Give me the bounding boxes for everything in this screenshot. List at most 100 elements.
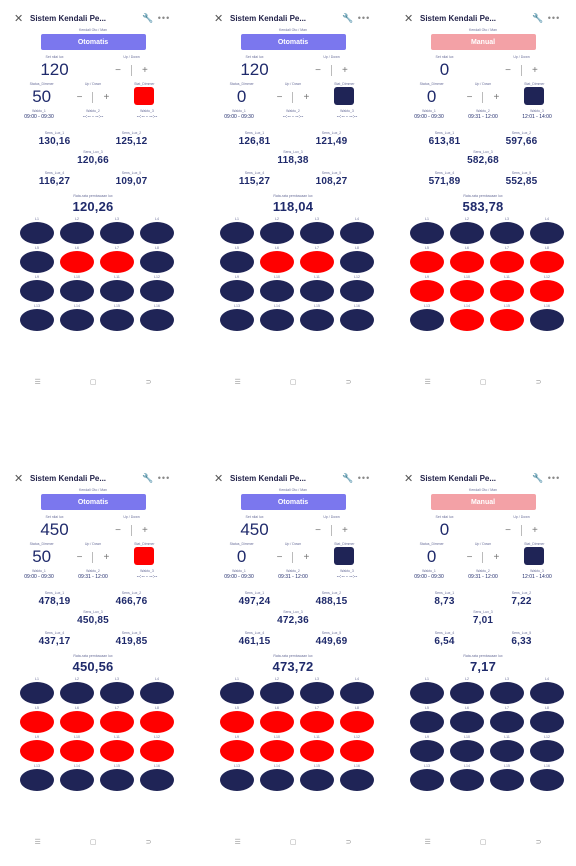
time1-value[interactable]: 09:00 - 09:30 bbox=[24, 114, 53, 121]
plus-button[interactable]: + bbox=[493, 92, 499, 103]
lamp-indicator[interactable] bbox=[260, 280, 294, 302]
lamp-indicator[interactable] bbox=[530, 280, 564, 302]
time2-value[interactable]: 09:31 - 12:00 bbox=[468, 574, 497, 581]
lamp-indicator[interactable] bbox=[140, 251, 174, 273]
lamp-indicator[interactable] bbox=[100, 711, 134, 733]
lamp-indicator[interactable] bbox=[530, 769, 564, 791]
lamp-indicator[interactable] bbox=[20, 309, 54, 331]
lamp-indicator[interactable] bbox=[410, 309, 444, 331]
lamp-indicator[interactable] bbox=[140, 280, 174, 302]
lamp-indicator[interactable] bbox=[20, 251, 54, 273]
home-icon[interactable]: ▢ bbox=[90, 378, 97, 386]
lamp-indicator[interactable] bbox=[20, 280, 54, 302]
lamp-indicator[interactable] bbox=[260, 309, 294, 331]
minus-button[interactable]: − bbox=[467, 552, 473, 563]
plus-button[interactable]: + bbox=[532, 65, 538, 76]
lamp-indicator[interactable] bbox=[340, 740, 374, 762]
lamp-indicator[interactable] bbox=[60, 280, 94, 302]
lamp-indicator[interactable] bbox=[60, 309, 94, 331]
lamp-indicator[interactable] bbox=[300, 711, 334, 733]
minus-button[interactable]: − bbox=[77, 92, 83, 103]
more-icon[interactable]: ••• bbox=[546, 13, 562, 23]
home-icon[interactable]: ▢ bbox=[290, 838, 297, 846]
lamp-indicator[interactable] bbox=[530, 251, 564, 273]
minus-button[interactable]: − bbox=[277, 92, 283, 103]
lamp-indicator[interactable] bbox=[340, 280, 374, 302]
more-icon[interactable]: ••• bbox=[546, 473, 562, 483]
more-icon[interactable]: ••• bbox=[156, 473, 172, 483]
lamp-indicator[interactable] bbox=[300, 682, 334, 704]
lamp-indicator[interactable] bbox=[450, 769, 484, 791]
plus-button[interactable]: + bbox=[142, 525, 148, 536]
lamp-indicator[interactable] bbox=[300, 769, 334, 791]
close-icon[interactable]: ✕ bbox=[404, 472, 416, 485]
lamp-indicator[interactable] bbox=[340, 769, 374, 791]
more-icon[interactable]: ••• bbox=[356, 13, 372, 23]
close-icon[interactable]: ✕ bbox=[404, 12, 416, 25]
time1-value[interactable]: 09:00 - 09:30 bbox=[224, 114, 253, 121]
minus-button[interactable]: − bbox=[115, 525, 121, 536]
lamp-indicator[interactable] bbox=[220, 769, 254, 791]
lamp-indicator[interactable] bbox=[140, 682, 174, 704]
time3-value[interactable]: 12:01 - 14:00 bbox=[522, 114, 551, 121]
lamp-indicator[interactable] bbox=[140, 309, 174, 331]
back-icon[interactable]: ⊃ bbox=[536, 378, 542, 386]
lamp-indicator[interactable] bbox=[20, 740, 54, 762]
lamp-indicator[interactable] bbox=[410, 222, 444, 244]
plus-button[interactable]: + bbox=[342, 525, 348, 536]
time2-value[interactable]: 09:31 - 12:00 bbox=[278, 574, 307, 581]
wrench-icon[interactable]: 🔧 bbox=[340, 473, 356, 484]
recents-icon[interactable]: ☰ bbox=[425, 838, 431, 846]
plus-button[interactable]: + bbox=[303, 552, 309, 563]
time2-value[interactable]: --:-- - --:-- bbox=[83, 114, 104, 121]
lamp-indicator[interactable] bbox=[490, 309, 524, 331]
lamp-indicator[interactable] bbox=[450, 740, 484, 762]
lamp-indicator[interactable] bbox=[20, 769, 54, 791]
lamp-indicator[interactable] bbox=[60, 740, 94, 762]
lamp-indicator[interactable] bbox=[530, 222, 564, 244]
lamp-indicator[interactable] bbox=[20, 222, 54, 244]
close-icon[interactable]: ✕ bbox=[14, 472, 26, 485]
lamp-indicator[interactable] bbox=[100, 682, 134, 704]
time2-value[interactable]: --:-- - --:-- bbox=[283, 114, 304, 121]
lamp-indicator[interactable] bbox=[220, 309, 254, 331]
lamp-indicator[interactable] bbox=[140, 711, 174, 733]
home-icon[interactable]: ▢ bbox=[480, 378, 487, 386]
lamp-indicator[interactable] bbox=[260, 711, 294, 733]
lamp-indicator[interactable] bbox=[300, 280, 334, 302]
minus-button[interactable]: − bbox=[77, 552, 83, 563]
lamp-indicator[interactable] bbox=[450, 711, 484, 733]
lamp-indicator[interactable] bbox=[260, 251, 294, 273]
lamp-indicator[interactable] bbox=[220, 222, 254, 244]
recents-icon[interactable]: ☰ bbox=[35, 838, 41, 846]
plus-button[interactable]: + bbox=[532, 525, 538, 536]
plus-button[interactable]: + bbox=[493, 552, 499, 563]
lamp-indicator[interactable] bbox=[20, 682, 54, 704]
lamp-indicator[interactable] bbox=[410, 711, 444, 733]
lamp-indicator[interactable] bbox=[60, 682, 94, 704]
lamp-indicator[interactable] bbox=[220, 740, 254, 762]
back-icon[interactable]: ⊃ bbox=[536, 838, 542, 846]
minus-button[interactable]: − bbox=[315, 525, 321, 536]
lamp-indicator[interactable] bbox=[100, 280, 134, 302]
lamp-indicator[interactable] bbox=[260, 740, 294, 762]
lamp-indicator[interactable] bbox=[300, 740, 334, 762]
lamp-indicator[interactable] bbox=[530, 740, 564, 762]
lamp-indicator[interactable] bbox=[260, 682, 294, 704]
home-icon[interactable]: ▢ bbox=[90, 838, 97, 846]
recents-icon[interactable]: ☰ bbox=[35, 378, 41, 386]
lamp-indicator[interactable] bbox=[100, 740, 134, 762]
lamp-indicator[interactable] bbox=[410, 740, 444, 762]
lamp-indicator[interactable] bbox=[410, 280, 444, 302]
lamp-indicator[interactable] bbox=[490, 711, 524, 733]
minus-button[interactable]: − bbox=[315, 65, 321, 76]
lamp-indicator[interactable] bbox=[450, 251, 484, 273]
lamp-indicator[interactable] bbox=[60, 251, 94, 273]
wrench-icon[interactable]: 🔧 bbox=[140, 473, 156, 484]
home-icon[interactable]: ▢ bbox=[290, 378, 297, 386]
lamp-indicator[interactable] bbox=[490, 222, 524, 244]
more-icon[interactable]: ••• bbox=[156, 13, 172, 23]
lamp-indicator[interactable] bbox=[450, 309, 484, 331]
wrench-icon[interactable]: 🔧 bbox=[140, 13, 156, 24]
lamp-indicator[interactable] bbox=[490, 280, 524, 302]
